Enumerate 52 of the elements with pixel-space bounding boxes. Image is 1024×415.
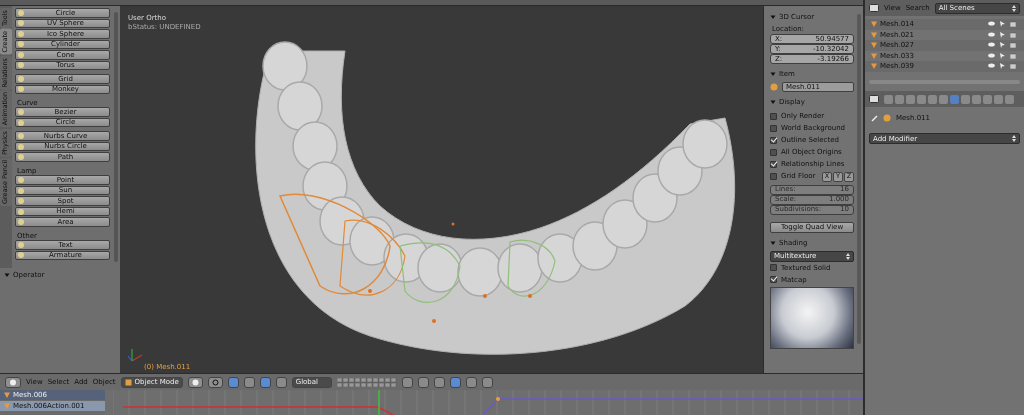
updown-arrows-icon bbox=[846, 252, 850, 260]
sphere-icon bbox=[9, 378, 17, 386]
manipulator-button[interactable] bbox=[227, 376, 239, 388]
properties-tab[interactable] bbox=[950, 94, 959, 104]
matcap-preview[interactable] bbox=[770, 286, 854, 349]
properties-tab[interactable] bbox=[972, 94, 981, 104]
properties-tab[interactable] bbox=[906, 94, 915, 104]
toolbar-button[interactable] bbox=[449, 376, 461, 388]
manipulator-button[interactable] bbox=[259, 376, 271, 388]
toolbar-button[interactable] bbox=[465, 376, 477, 388]
pivot-icon bbox=[211, 378, 219, 386]
updown-arrows-icon bbox=[1012, 135, 1016, 143]
checkbox[interactable] bbox=[770, 264, 777, 272]
toolbar-button[interactable] bbox=[481, 376, 493, 388]
editor-type-icon bbox=[869, 4, 879, 12]
properties-tab[interactable] bbox=[884, 94, 893, 104]
checkbox[interactable] bbox=[770, 161, 777, 169]
axis-gizmo-icon bbox=[127, 348, 143, 362]
toolbar-button[interactable] bbox=[401, 376, 413, 388]
sphere-icon bbox=[191, 378, 199, 386]
disclosure-triangle-icon bbox=[770, 239, 776, 246]
toolbar-button[interactable] bbox=[433, 376, 445, 388]
checkbox[interactable] bbox=[770, 113, 777, 121]
pivot-button[interactable] bbox=[207, 376, 223, 388]
disclosure-triangle-icon bbox=[770, 70, 776, 77]
checkbox[interactable] bbox=[770, 173, 777, 181]
cube-icon bbox=[124, 378, 132, 386]
manipulator-button[interactable] bbox=[275, 376, 287, 388]
disclosure-triangle-icon bbox=[770, 14, 776, 21]
toolbar-button[interactable] bbox=[417, 376, 429, 388]
checkbox[interactable] bbox=[770, 137, 777, 145]
checkbox[interactable] bbox=[770, 125, 777, 133]
properties-tab[interactable] bbox=[917, 94, 926, 104]
shading-button[interactable] bbox=[187, 376, 203, 388]
properties-tab[interactable] bbox=[939, 94, 948, 104]
properties-tab[interactable] bbox=[961, 94, 970, 104]
properties-tab[interactable] bbox=[895, 94, 904, 104]
disclosure-triangle-icon bbox=[770, 99, 776, 106]
checkbox[interactable] bbox=[770, 276, 777, 284]
properties-tab[interactable] bbox=[1005, 94, 1014, 104]
object-icon bbox=[770, 83, 778, 92]
editor-type-icon bbox=[869, 95, 879, 103]
properties-tab[interactable] bbox=[983, 94, 992, 104]
properties-tab[interactable] bbox=[994, 94, 1003, 104]
properties-tab[interactable] bbox=[928, 94, 937, 104]
editor-type-button[interactable] bbox=[5, 376, 21, 388]
updown-arrows-icon bbox=[1012, 4, 1016, 12]
manipulator-button[interactable] bbox=[243, 376, 255, 388]
layer-buttons-drawing bbox=[336, 377, 397, 387]
checkbox[interactable] bbox=[770, 149, 777, 157]
current-frame-line bbox=[378, 390, 380, 415]
object-icon bbox=[883, 114, 891, 123]
